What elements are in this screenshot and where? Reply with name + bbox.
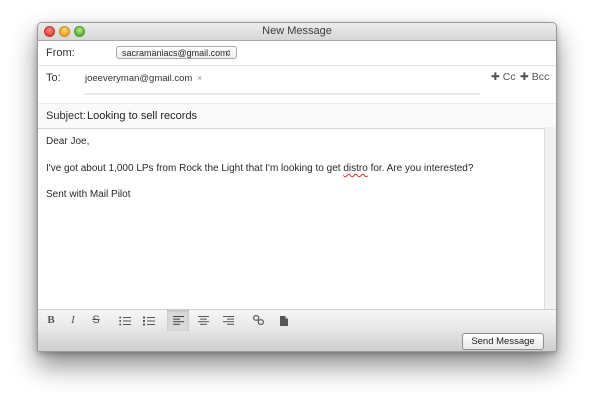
message-header: From: sacramaniacs@gmail.com ⇕ To: joeev…	[38, 41, 556, 129]
align-left-button[interactable]	[167, 310, 189, 331]
to-input-field[interactable]	[84, 93, 480, 95]
align-left-icon	[172, 316, 184, 325]
cc-label: Cc	[502, 71, 516, 83]
bcc-label: Bcc	[531, 71, 550, 83]
add-cc-button[interactable]: ✚ Cc	[491, 71, 516, 83]
compose-footer: Send Message	[38, 331, 556, 351]
subject-row[interactable]: Subject: Looking to sell records	[38, 103, 556, 129]
italic-icon: I	[71, 314, 75, 326]
body-text: for. Are you interested?	[370, 163, 474, 174]
compose-window: New Message From: sacramaniacs@gmail.com…	[37, 22, 557, 352]
divider	[38, 65, 556, 66]
add-bcc-button[interactable]: ✚ Bcc	[520, 71, 549, 83]
remove-recipient-icon[interactable]: ×	[197, 73, 202, 83]
italic-button[interactable]: I	[62, 310, 84, 331]
signature-line: Sent with Mail Pilot	[46, 189, 131, 200]
from-account-select[interactable]: sacramaniacs@gmail.com ⇕	[116, 46, 237, 59]
numbered-list-icon	[143, 316, 155, 326]
body-line: I've got about 1,000 LPs from Rock the L…	[46, 163, 473, 174]
bold-icon: B	[47, 314, 55, 326]
body-line: Dear Joe,	[46, 136, 90, 147]
subject-input[interactable]: Looking to sell records	[87, 110, 197, 122]
bold-button[interactable]: B	[40, 310, 62, 331]
select-arrows-icon: ⇕	[225, 49, 232, 58]
strikethrough-icon: S	[92, 314, 100, 326]
scrollbar[interactable]	[544, 127, 556, 309]
link-icon	[252, 315, 264, 325]
align-right-button[interactable]	[217, 310, 239, 331]
recipient-chip[interactable]: joeeveryman@gmail.com ×	[85, 73, 202, 84]
numbered-list-button[interactable]	[138, 310, 160, 331]
formatting-toolbar: B I S	[38, 309, 556, 332]
window-title: New Message	[262, 25, 332, 37]
align-center-button[interactable]	[192, 310, 214, 331]
align-right-icon	[222, 316, 234, 325]
title-bar[interactable]: New Message	[38, 23, 556, 41]
attach-button[interactable]	[273, 310, 295, 331]
bullet-list-button[interactable]	[114, 310, 136, 331]
strikethrough-button[interactable]: S	[85, 310, 107, 331]
body-text: I've got about 1,000 LPs from Rock the L…	[46, 163, 341, 174]
send-message-button[interactable]: Send Message	[462, 333, 544, 350]
recipient-address: joeeveryman@gmail.com	[85, 73, 193, 84]
message-body[interactable]: Dear Joe, I've got about 1,000 LPs from …	[38, 127, 544, 309]
plus-icon: ✚	[491, 71, 500, 83]
align-center-icon	[197, 316, 209, 325]
to-label: To:	[46, 72, 61, 84]
from-account-value: sacramaniacs@gmail.com	[122, 48, 228, 58]
subject-label: Subject:	[46, 110, 86, 122]
bullet-list-icon	[119, 316, 131, 326]
plus-icon: ✚	[520, 71, 529, 83]
document-icon	[280, 316, 288, 326]
from-label: From:	[46, 47, 75, 59]
link-button[interactable]	[247, 310, 269, 331]
misspelled-word[interactable]: distro	[343, 163, 367, 174]
